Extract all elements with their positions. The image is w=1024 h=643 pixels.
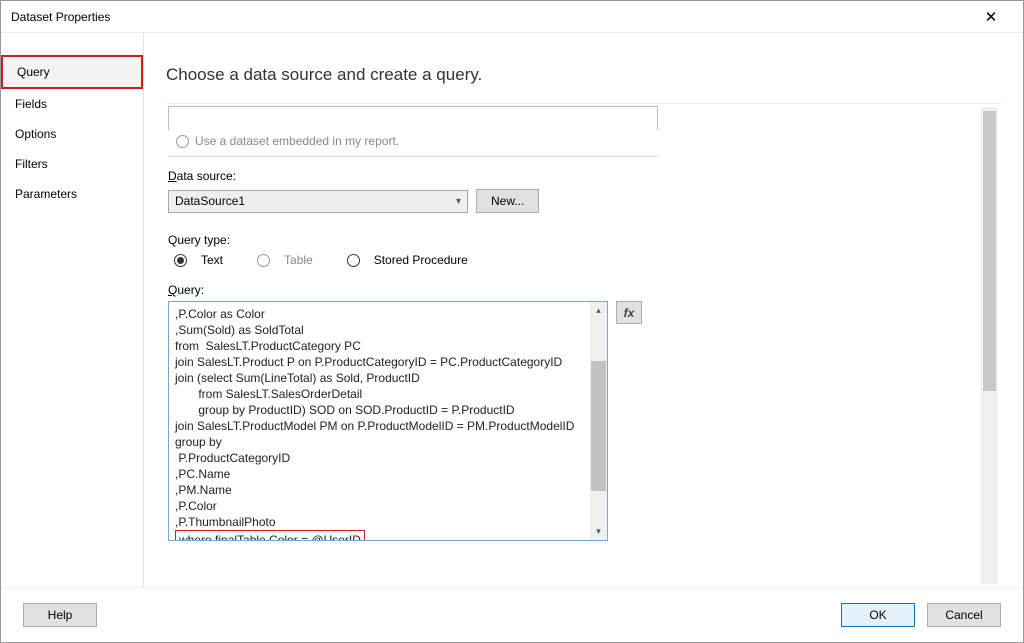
new-data-source-button[interactable]: New... bbox=[476, 189, 539, 213]
data-source-combo[interactable]: DataSource1 ▾ bbox=[168, 190, 468, 213]
sidebar-item-filters[interactable]: Filters bbox=[1, 149, 143, 179]
query-type-text-label: Text bbox=[201, 253, 223, 267]
expression-button[interactable]: fx bbox=[616, 301, 642, 324]
window-title: Dataset Properties bbox=[11, 10, 969, 24]
main-scroll-area: Dataset1 Use a dataset embedded in my re… bbox=[166, 103, 1001, 587]
sidebar-item-options[interactable]: Options bbox=[1, 119, 143, 149]
embedded-dataset-radio[interactable] bbox=[176, 135, 189, 148]
data-source-label: Data source: bbox=[168, 169, 977, 183]
page-heading: Choose a data source and create a query. bbox=[166, 65, 1001, 85]
panel-vertical-scrollbar[interactable] bbox=[981, 107, 998, 584]
query-type-table-label: Table bbox=[284, 253, 313, 267]
titlebar: Dataset Properties ✕ bbox=[1, 1, 1023, 33]
query-vertical-scrollbar[interactable]: ▴ ▾ bbox=[590, 302, 607, 540]
scroll-thumb[interactable] bbox=[591, 361, 606, 491]
query-text-content: ,P.Color as Color ,Sum(Sold) as SoldTota… bbox=[169, 302, 607, 541]
query-type-sp-label: Stored Procedure bbox=[374, 253, 468, 267]
sidebar-item-parameters[interactable]: Parameters bbox=[1, 179, 143, 209]
help-button[interactable]: Help bbox=[23, 603, 97, 627]
ok-button[interactable]: OK bbox=[841, 603, 915, 627]
query-label: Query: bbox=[168, 283, 977, 297]
main-panel: Choose a data source and create a query.… bbox=[144, 33, 1023, 587]
query-type-text-radio[interactable] bbox=[174, 254, 187, 267]
query-type-label: Query type: bbox=[168, 233, 977, 247]
panel-scroll-thumb[interactable] bbox=[983, 111, 996, 391]
sidebar-item-fields[interactable]: Fields bbox=[1, 89, 143, 119]
query-type-sp-radio[interactable] bbox=[347, 254, 360, 267]
embedded-dataset-label: Use a dataset embedded in my report. bbox=[195, 134, 399, 148]
query-type-table-radio[interactable] bbox=[257, 254, 270, 267]
dialog-footer: Help OK Cancel bbox=[1, 587, 1023, 642]
scroll-up-icon[interactable]: ▴ bbox=[590, 302, 607, 319]
dialog-window: Dataset Properties ✕ Query Fields Option… bbox=[0, 0, 1024, 643]
cancel-button[interactable]: Cancel bbox=[927, 603, 1001, 627]
chevron-down-icon: ▾ bbox=[456, 196, 461, 207]
close-button[interactable]: ✕ bbox=[969, 2, 1013, 32]
dialog-body: Query Fields Options Filters Parameters … bbox=[1, 33, 1023, 587]
scroll-down-icon[interactable]: ▾ bbox=[590, 523, 607, 540]
highlighted-where-clause: where finalTable.Color = @UserID bbox=[175, 530, 365, 541]
fx-icon: fx bbox=[624, 306, 635, 320]
sidebar: Query Fields Options Filters Parameters bbox=[1, 33, 144, 587]
sidebar-item-query[interactable]: Query bbox=[1, 55, 143, 89]
dataset-name-field[interactable]: Dataset1 bbox=[168, 106, 658, 130]
query-textarea[interactable]: ,P.Color as Color ,Sum(Sold) as SoldTota… bbox=[168, 301, 608, 541]
